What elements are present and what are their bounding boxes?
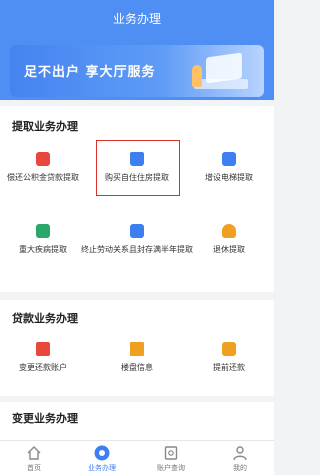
banner-illustration bbox=[182, 51, 252, 93]
section-title: 提取业务办理 bbox=[12, 120, 78, 133]
tab-label: 账户查询 bbox=[157, 464, 185, 472]
service-label: 终止劳动关系且封存满半年提取 bbox=[81, 245, 193, 254]
tab-account-query[interactable]: 账户查询 bbox=[137, 445, 205, 473]
prepay-icon bbox=[222, 342, 236, 356]
retire-icon bbox=[222, 224, 236, 238]
section-title: 变更业务办理 bbox=[12, 412, 78, 425]
service-change-account[interactable]: 变更还款账户 bbox=[0, 342, 86, 373]
service-property-info[interactable]: 楼盘信息 bbox=[94, 342, 180, 373]
user-icon bbox=[233, 446, 247, 461]
section-change: 变更业务办理 bbox=[0, 402, 274, 440]
service-icon bbox=[94, 445, 110, 461]
loan-repay-icon bbox=[36, 152, 50, 166]
promo-banner[interactable]: 足不出户 享大厅服务 bbox=[10, 45, 264, 97]
page-title: 业务办理 bbox=[112, 12, 161, 26]
medical-icon bbox=[36, 224, 50, 238]
tab-service[interactable]: 业务办理 bbox=[68, 445, 136, 473]
tab-mine[interactable]: 我的 bbox=[206, 445, 274, 473]
service-label: 变更还款账户 bbox=[19, 363, 67, 372]
tab-label: 我的 bbox=[233, 464, 247, 472]
home-icon bbox=[27, 446, 41, 460]
highlight-box bbox=[96, 140, 180, 196]
service-retire-withdrawal[interactable]: 退休提取 bbox=[186, 224, 272, 255]
account-query-icon bbox=[164, 446, 178, 460]
banner-text: 足不出户 享大厅服务 bbox=[24, 65, 156, 80]
contract-icon bbox=[130, 224, 144, 238]
tab-label: 首页 bbox=[27, 464, 41, 472]
tab-home[interactable]: 首页 bbox=[0, 445, 68, 473]
bottom-tab-bar: 首页 业务办理 账户查询 我的 bbox=[0, 440, 274, 475]
service-loan-repay-withdrawal[interactable]: 偿还公积金贷款提取 bbox=[0, 152, 86, 183]
service-label: 提前还款 bbox=[213, 363, 245, 372]
service-label: 增设电梯提取 bbox=[205, 173, 253, 182]
section-title: 贷款业务办理 bbox=[12, 312, 78, 325]
section-withdrawal: 提取业务办理 bbox=[0, 106, 274, 292]
service-elevator-withdrawal[interactable]: 增设电梯提取 bbox=[186, 152, 272, 183]
service-illness-withdrawal[interactable]: 重大疾病提取 bbox=[0, 224, 86, 255]
service-label: 楼盘信息 bbox=[121, 363, 153, 372]
service-prepayment[interactable]: 提前还款 bbox=[186, 342, 272, 373]
building-icon bbox=[130, 342, 144, 356]
service-label: 重大疾病提取 bbox=[19, 245, 67, 254]
service-label: 退休提取 bbox=[213, 245, 245, 254]
tab-label: 业务办理 bbox=[88, 464, 116, 472]
service-label: 偿还公积金贷款提取 bbox=[7, 173, 79, 182]
service-termination-withdrawal[interactable]: 终止劳动关系且封存满半年提取 bbox=[80, 224, 194, 255]
elevator-icon bbox=[222, 152, 236, 166]
account-icon bbox=[36, 342, 50, 356]
